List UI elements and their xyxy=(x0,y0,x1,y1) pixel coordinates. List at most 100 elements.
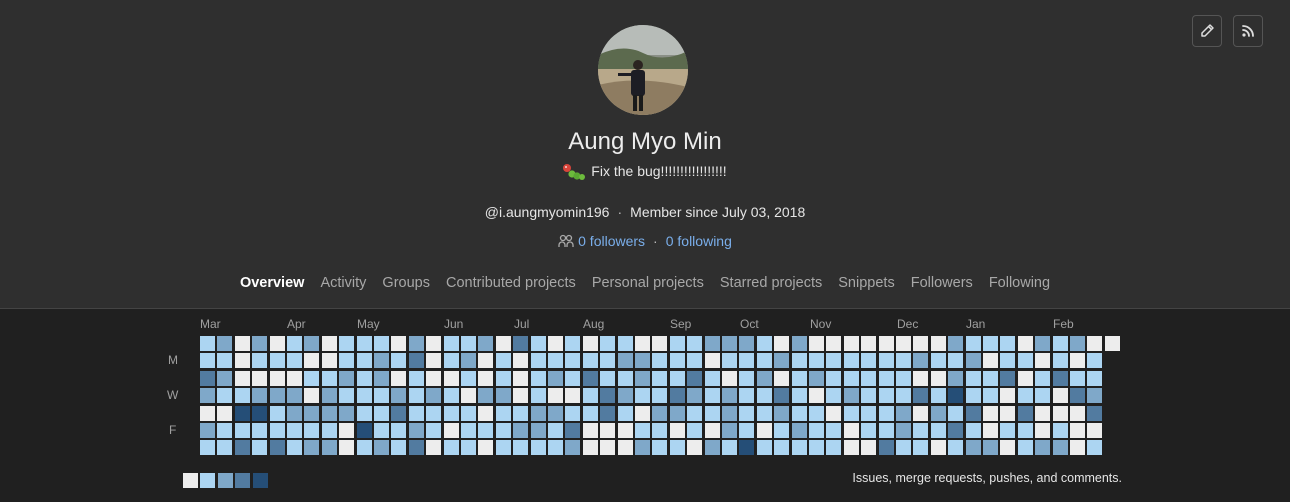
rss-feed-button[interactable] xyxy=(1233,15,1263,47)
calendar-day-cell[interactable] xyxy=(548,440,563,456)
calendar-day-cell[interactable] xyxy=(1087,440,1103,456)
calendar-day-cell[interactable] xyxy=(408,353,424,369)
calendar-day-cell[interactable] xyxy=(356,353,372,369)
calendar-day-cell[interactable] xyxy=(965,423,981,438)
calendar-day-cell[interactable] xyxy=(495,423,511,438)
calendar-day-cell[interactable] xyxy=(843,353,859,369)
calendar-day-cell[interactable] xyxy=(600,405,616,421)
calendar-day-cell[interactable] xyxy=(565,388,581,404)
calendar-day-cell[interactable] xyxy=(565,336,581,351)
calendar-day-cell[interactable] xyxy=(930,405,946,421)
calendar-day-cell[interactable] xyxy=(252,388,268,404)
calendar-day-cell[interactable] xyxy=(913,336,929,351)
calendar-day-cell[interactable] xyxy=(756,388,772,404)
calendar-day-cell[interactable] xyxy=(234,336,250,351)
calendar-day-cell[interactable] xyxy=(809,353,824,369)
calendar-day-cell[interactable] xyxy=(1017,388,1033,404)
calendar-day-cell[interactable] xyxy=(930,370,946,386)
calendar-day-cell[interactable] xyxy=(426,336,442,351)
calendar-day-cell[interactable] xyxy=(391,440,407,456)
calendar-day-cell[interactable] xyxy=(635,353,650,369)
calendar-day-cell[interactable] xyxy=(756,405,772,421)
calendar-day-cell[interactable] xyxy=(374,336,389,351)
calendar-day-cell[interactable] xyxy=(565,423,581,438)
calendar-day-cell[interactable] xyxy=(896,353,911,369)
calendar-day-cell[interactable] xyxy=(269,370,285,386)
calendar-day-cell[interactable] xyxy=(635,370,650,386)
calendar-day-cell[interactable] xyxy=(635,388,650,404)
calendar-day-cell[interactable] xyxy=(1000,370,1016,386)
tab-personal-projects[interactable]: Personal projects xyxy=(592,275,704,291)
calendar-day-cell[interactable] xyxy=(652,388,668,404)
calendar-day-cell[interactable] xyxy=(530,405,546,421)
calendar-day-cell[interactable] xyxy=(704,336,720,351)
calendar-day-cell[interactable] xyxy=(461,405,476,421)
calendar-day-cell[interactable] xyxy=(1052,423,1068,438)
calendar-day-cell[interactable] xyxy=(965,405,981,421)
calendar-day-cell[interactable] xyxy=(217,388,233,404)
calendar-day-cell[interactable] xyxy=(391,423,407,438)
calendar-day-cell[interactable] xyxy=(687,336,703,351)
calendar-day-cell[interactable] xyxy=(1017,423,1033,438)
calendar-day-cell[interactable] xyxy=(791,388,807,404)
calendar-day-cell[interactable] xyxy=(304,336,320,351)
calendar-day-cell[interactable] xyxy=(391,405,407,421)
calendar-day-cell[interactable] xyxy=(965,353,981,369)
calendar-day-cell[interactable] xyxy=(791,423,807,438)
calendar-day-cell[interactable] xyxy=(983,336,998,351)
calendar-day-cell[interactable] xyxy=(826,336,842,351)
calendar-day-cell[interactable] xyxy=(1035,405,1051,421)
calendar-day-cell[interactable] xyxy=(461,440,476,456)
calendar-day-cell[interactable] xyxy=(1035,353,1051,369)
calendar-day-cell[interactable] xyxy=(861,405,877,421)
calendar-day-cell[interactable] xyxy=(287,388,302,404)
calendar-day-cell[interactable] xyxy=(234,423,250,438)
calendar-day-cell[interactable] xyxy=(374,353,389,369)
calendar-day-cell[interactable] xyxy=(461,336,476,351)
calendar-day-cell[interactable] xyxy=(426,370,442,386)
calendar-day-cell[interactable] xyxy=(356,440,372,456)
calendar-day-cell[interactable] xyxy=(930,440,946,456)
calendar-day-cell[interactable] xyxy=(582,388,598,404)
calendar-day-cell[interactable] xyxy=(774,423,790,438)
calendar-day-cell[interactable] xyxy=(1035,388,1051,404)
calendar-day-cell[interactable] xyxy=(217,336,233,351)
calendar-day-cell[interactable] xyxy=(1000,423,1016,438)
calendar-day-cell[interactable] xyxy=(200,440,215,456)
calendar-day-cell[interactable] xyxy=(513,423,529,438)
calendar-day-cell[interactable] xyxy=(443,388,459,404)
tab-contributed-projects[interactable]: Contributed projects xyxy=(446,275,576,291)
tab-overview[interactable]: Overview xyxy=(240,275,305,291)
calendar-day-cell[interactable] xyxy=(1087,336,1103,351)
calendar-day-cell[interactable] xyxy=(287,423,302,438)
calendar-day-cell[interactable] xyxy=(1052,353,1068,369)
calendar-day-cell[interactable] xyxy=(548,423,563,438)
calendar-day-cell[interactable] xyxy=(983,353,998,369)
calendar-day-cell[interactable] xyxy=(1035,423,1051,438)
calendar-day-cell[interactable] xyxy=(1017,405,1033,421)
calendar-day-cell[interactable] xyxy=(652,336,668,351)
calendar-day-cell[interactable] xyxy=(339,388,355,404)
calendar-day-cell[interactable] xyxy=(408,370,424,386)
calendar-day-cell[interactable] xyxy=(1052,440,1068,456)
calendar-day-cell[interactable] xyxy=(669,405,685,421)
calendar-day-cell[interactable] xyxy=(739,388,755,404)
calendar-day-cell[interactable] xyxy=(252,423,268,438)
calendar-day-cell[interactable] xyxy=(722,388,737,404)
calendar-day-cell[interactable] xyxy=(217,353,233,369)
following-link[interactable]: 0 following xyxy=(666,233,732,249)
calendar-day-cell[interactable] xyxy=(495,388,511,404)
calendar-day-cell[interactable] xyxy=(774,388,790,404)
calendar-day-cell[interactable] xyxy=(200,388,215,404)
calendar-day-cell[interactable] xyxy=(983,388,998,404)
calendar-day-cell[interactable] xyxy=(287,440,302,456)
calendar-day-cell[interactable] xyxy=(652,370,668,386)
calendar-day-cell[interactable] xyxy=(1017,440,1033,456)
calendar-day-cell[interactable] xyxy=(321,336,337,351)
calendar-day-cell[interactable] xyxy=(722,370,737,386)
followers-link[interactable]: 0 followers xyxy=(578,233,645,249)
calendar-day-cell[interactable] xyxy=(809,440,824,456)
calendar-day-cell[interactable] xyxy=(1052,370,1068,386)
calendar-day-cell[interactable] xyxy=(269,388,285,404)
calendar-day-cell[interactable] xyxy=(287,370,302,386)
